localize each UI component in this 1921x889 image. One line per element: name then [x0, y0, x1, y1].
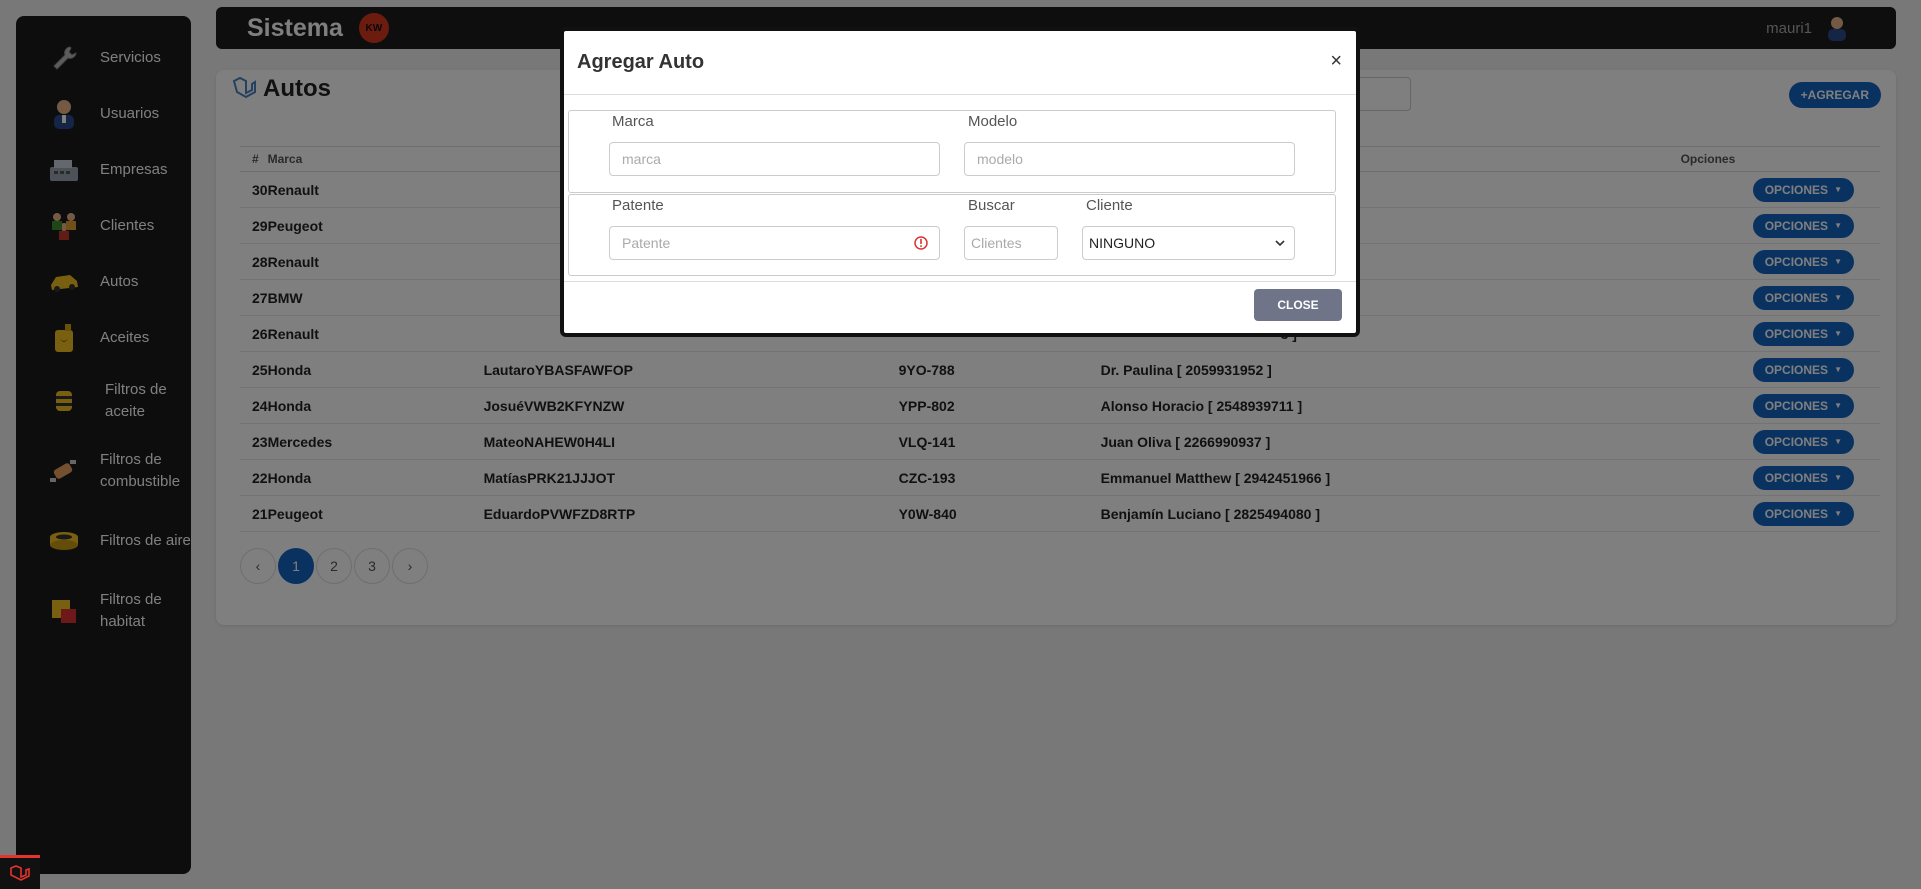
chevron-down-icon	[1274, 235, 1286, 254]
cliente-label: Cliente	[1086, 197, 1133, 214]
modelo-label: Modelo	[968, 113, 1018, 130]
modal-footer: CLOSE	[564, 281, 1356, 333]
marca-input[interactable]	[609, 142, 940, 176]
modal-title: Agregar Auto	[577, 51, 705, 73]
close-button[interactable]: CLOSE	[1254, 289, 1342, 321]
modelo-input[interactable]	[964, 142, 1295, 176]
laravel-logo-icon[interactable]	[0, 855, 40, 889]
fieldset-marca-modelo: Marca Modelo	[568, 110, 1336, 193]
cliente-select-value: NINGUNO	[1089, 235, 1156, 251]
buscar-clientes-input[interactable]	[964, 226, 1058, 260]
marca-label: Marca	[612, 113, 654, 130]
patente-label: Patente	[612, 197, 664, 214]
cliente-select[interactable]: NINGUNO	[1082, 226, 1295, 260]
modal-close-icon[interactable]: ×	[1330, 51, 1342, 71]
warning-icon	[914, 236, 928, 255]
add-auto-modal: Agregar Auto × Marca Modelo Patente Busc…	[560, 27, 1360, 337]
fieldset-patente-cliente: Patente Buscar Cliente NINGUNO	[568, 194, 1336, 276]
modal-header: Agregar Auto ×	[564, 31, 1356, 95]
patente-input[interactable]	[609, 226, 940, 260]
buscar-label: Buscar	[968, 197, 1015, 214]
